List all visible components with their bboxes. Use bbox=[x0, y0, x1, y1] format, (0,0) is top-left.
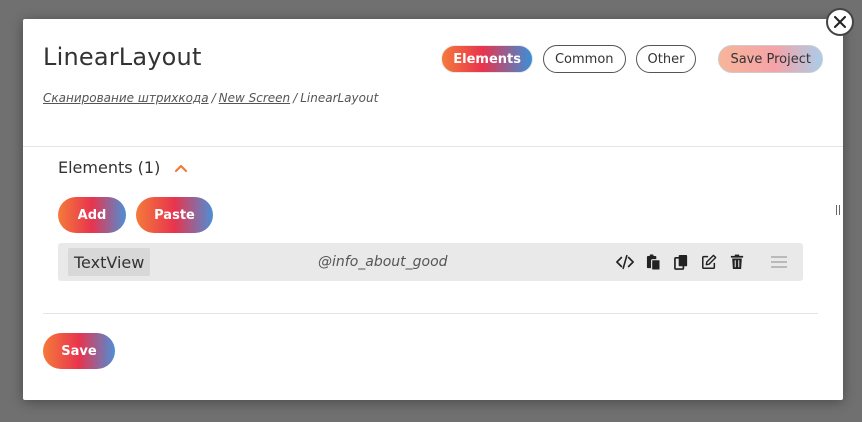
chevron-up-icon[interactable] bbox=[174, 163, 188, 173]
paste-button[interactable]: Paste bbox=[136, 197, 213, 233]
paste-icon[interactable] bbox=[644, 253, 662, 271]
breadcrumb: Сканирование штрихкода / New Screen / Linear… bbox=[43, 91, 378, 105]
breadcrumb-link-new-screen[interactable]: New Screen bbox=[219, 91, 291, 105]
copy-icon[interactable] bbox=[672, 253, 690, 271]
list-item[interactable]: TextView @info_about_good bbox=[58, 243, 803, 281]
tab-elements[interactable]: Elements bbox=[441, 45, 533, 73]
edit-icon[interactable] bbox=[700, 253, 718, 271]
elements-section-title: Elements (1) bbox=[58, 158, 161, 177]
add-button[interactable]: Add bbox=[58, 197, 126, 233]
divider bbox=[23, 146, 843, 147]
breadcrumb-separator: / bbox=[293, 91, 298, 105]
modal-dialog: LinearLayout Elements Common Other Save … bbox=[23, 19, 843, 400]
divider bbox=[43, 313, 818, 314]
save-project-button[interactable]: Save Project bbox=[718, 45, 823, 73]
element-id: @info_about_good bbox=[318, 254, 448, 270]
tab-bar: Elements Common Other Save Project bbox=[441, 45, 823, 73]
resize-handle[interactable] bbox=[836, 205, 840, 215]
code-icon[interactable] bbox=[616, 253, 634, 271]
trash-icon[interactable] bbox=[728, 253, 746, 271]
drag-handle-icon[interactable] bbox=[771, 256, 787, 268]
breadcrumb-separator: / bbox=[211, 91, 216, 105]
page-title: LinearLayout bbox=[43, 43, 202, 71]
close-button[interactable] bbox=[826, 8, 854, 36]
close-icon bbox=[834, 16, 846, 28]
breadcrumb-link-scanning[interactable]: Сканирование штрихкода bbox=[43, 91, 209, 105]
elements-section-header: Elements (1) bbox=[58, 158, 188, 177]
breadcrumb-current: LinearLayout bbox=[300, 91, 379, 105]
row-actions bbox=[616, 253, 746, 271]
tab-other[interactable]: Other bbox=[635, 45, 697, 73]
save-button[interactable]: Save bbox=[43, 333, 115, 369]
tab-common[interactable]: Common bbox=[542, 45, 626, 73]
element-name: TextView bbox=[68, 248, 151, 276]
